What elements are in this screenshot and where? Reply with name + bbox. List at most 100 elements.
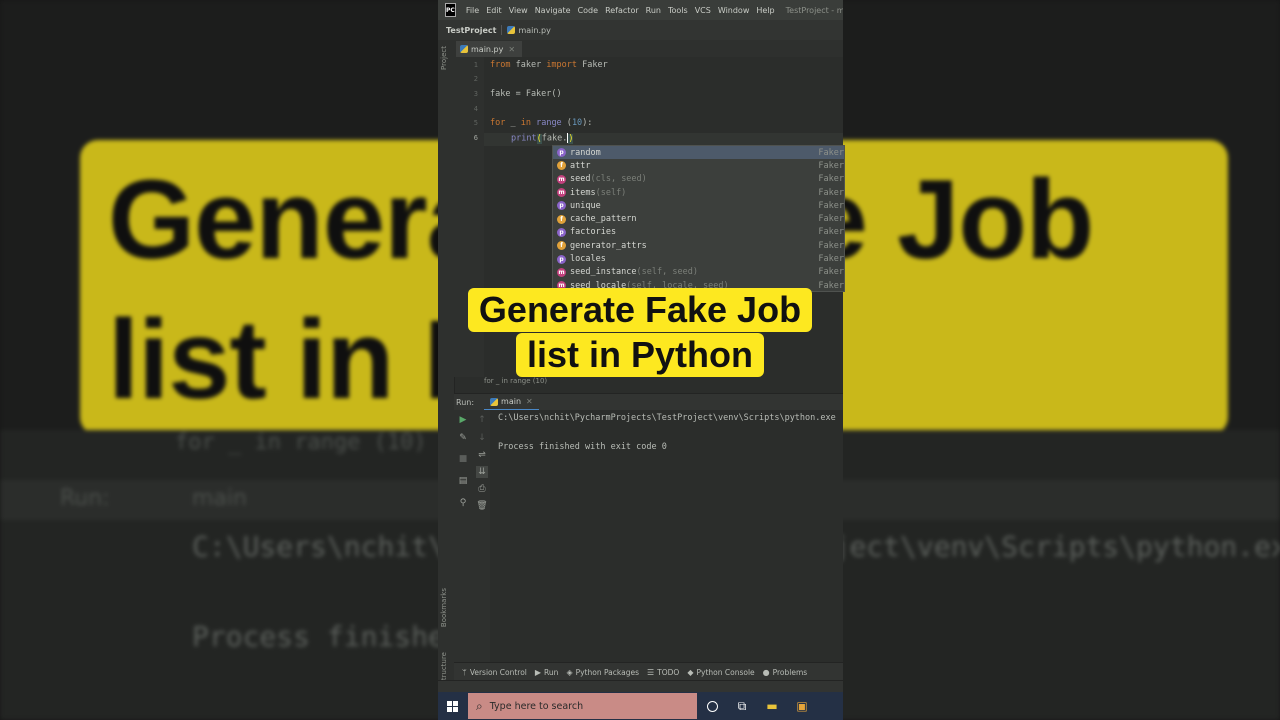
- property-icon: p: [557, 227, 566, 237]
- search-icon: ⌕: [476, 698, 483, 713]
- editor-breadcrumb[interactable]: for _ in range (10): [484, 377, 843, 391]
- code-line-5: for _ in range (10):: [490, 118, 593, 128]
- run-console[interactable]: C:\Users\nchit\PycharmProjects\TestProje…: [490, 410, 843, 665]
- completion-item[interactable]: f attr Faker: [553, 159, 844, 172]
- stop-icon[interactable]: ■: [457, 453, 469, 465]
- nav-separator: [501, 25, 503, 35]
- project-tool-button[interactable]: Project: [440, 46, 448, 70]
- run-window-label: Run:: [456, 398, 475, 407]
- completion-item[interactable]: p unique Faker: [553, 199, 844, 212]
- menu-tools[interactable]: Tools: [668, 6, 688, 15]
- list-icon: ☰: [646, 667, 655, 677]
- editor-tab-bar: main.py ✕: [454, 40, 843, 59]
- windows-start-icon[interactable]: [438, 692, 466, 720]
- code-completion-popup[interactable]: p random Faker f attr Faker m seed (cls, seed)…: [552, 145, 845, 292]
- completion-item[interactable]: m items (self) Faker: [553, 186, 844, 199]
- line-number: 2: [473, 75, 478, 83]
- field-icon: f: [557, 161, 566, 171]
- wrench-icon[interactable]: ✎: [457, 432, 469, 444]
- rerun-icon[interactable]: ▶: [457, 414, 469, 426]
- down-arrow-icon[interactable]: ↓: [476, 432, 488, 444]
- soft-wrap-icon[interactable]: ⇌: [476, 449, 488, 461]
- python-file-icon: [490, 397, 499, 406]
- completion-item[interactable]: m seed_instance (self, seed) Faker: [553, 266, 844, 279]
- property-icon: p: [557, 148, 566, 158]
- line-number: 5: [473, 119, 478, 127]
- property-icon: p: [557, 254, 566, 264]
- property-icon: p: [557, 201, 566, 211]
- code-line-1: from faker import Faker: [490, 60, 608, 70]
- completion-item[interactable]: p random Faker: [553, 146, 844, 160]
- menu-view[interactable]: View: [509, 6, 528, 15]
- python-console-button[interactable]: ◆ Python Console: [687, 668, 754, 677]
- menu-navigate[interactable]: Navigate: [535, 6, 571, 15]
- branch-icon: ᛘ: [462, 667, 467, 677]
- method-icon: m: [557, 174, 566, 184]
- scroll-to-end-icon[interactable]: ⇊: [476, 466, 488, 478]
- nav-project-name[interactable]: TestProject: [446, 26, 496, 35]
- completion-item[interactable]: p factories Faker: [553, 226, 844, 239]
- nav-file-name[interactable]: main.py: [518, 26, 550, 35]
- menu-code[interactable]: Code: [578, 6, 598, 15]
- menu-refactor[interactable]: Refactor: [605, 6, 639, 15]
- problems-button[interactable]: ● Problems: [763, 668, 808, 677]
- taskbar-search-box[interactable]: ⌕ Type here to search: [468, 693, 697, 719]
- menu-vcs[interactable]: VCS: [695, 6, 711, 15]
- field-icon: f: [557, 214, 566, 224]
- code-line-3: fake = Faker(): [490, 89, 562, 99]
- windows-taskbar: ⌕ Type here to search ⧉ ▬ ▣: [438, 692, 843, 720]
- python-file-icon: [507, 26, 516, 34]
- play-icon: ▶: [534, 667, 542, 677]
- run-tab-main[interactable]: main ✕: [484, 394, 539, 411]
- bookmarks-tool-button[interactable]: Bookmarks: [440, 588, 448, 627]
- line-number: 4: [473, 105, 478, 113]
- python-file-icon: [460, 45, 468, 53]
- code-line-6: print(fake.): [511, 133, 574, 144]
- completion-item[interactable]: f generator_attrs Faker: [553, 239, 844, 252]
- print-icon[interactable]: ⎙: [476, 483, 488, 495]
- completion-item[interactable]: p locales Faker: [553, 252, 844, 265]
- completion-item[interactable]: m seed (cls, seed) Faker: [553, 173, 844, 186]
- run-toolbar-primary: ▶ ✎ ■ ▤ ⚲: [454, 410, 473, 680]
- menu-edit[interactable]: Edit: [486, 6, 502, 15]
- run-tool-window-header: Run: main ✕: [454, 393, 843, 411]
- field-icon: f: [557, 241, 566, 251]
- line-number: 6: [473, 134, 478, 142]
- background-run-tab: main: [192, 486, 247, 511]
- editor-tab-label: main.py: [471, 44, 504, 54]
- background-run-label: Run:: [60, 486, 110, 511]
- task-view-icon[interactable]: ⧉: [727, 692, 757, 720]
- background-breadcrumb: for _ in range (10): [175, 430, 427, 455]
- cortana-icon[interactable]: [697, 692, 727, 720]
- python-packages-button[interactable]: ◈ Python Packages: [566, 668, 639, 677]
- layout-icon[interactable]: ▤: [457, 475, 469, 487]
- bottom-tool-bar: ᛘ Version Control ▶ Run ◈ Python Packages ☰…: [454, 662, 843, 681]
- up-arrow-icon[interactable]: ↑: [476, 414, 488, 426]
- search-placeholder: Type here to search: [489, 700, 584, 712]
- line-number: 1: [473, 61, 478, 69]
- completion-item[interactable]: f cache_pattern Faker: [553, 213, 844, 226]
- store-icon[interactable]: ▣: [787, 692, 817, 720]
- navigation-bar: TestProject main.py: [438, 20, 843, 41]
- close-icon[interactable]: ✕: [508, 45, 515, 54]
- method-icon: m: [557, 188, 566, 198]
- caption-line-2: list in Python: [515, 333, 764, 377]
- window-title: TestProject - main.py: [785, 5, 843, 15]
- todo-button[interactable]: ☰ TODO: [647, 668, 679, 677]
- line-number: 3: [473, 90, 478, 98]
- file-explorer-icon[interactable]: ▬: [757, 692, 787, 720]
- console-path-line: C:\Users\nchit\PycharmProjects\TestProje…: [498, 413, 836, 423]
- version-control-button[interactable]: ᛘ Version Control: [462, 668, 527, 677]
- caption-line-1: Generate Fake Job: [467, 288, 813, 332]
- pin-icon[interactable]: ⚲: [457, 497, 469, 509]
- run-tab-label: main: [501, 397, 522, 406]
- info-icon: ●: [762, 667, 770, 677]
- menu-window[interactable]: Window: [718, 6, 750, 15]
- menu-help[interactable]: Help: [756, 6, 774, 15]
- close-icon[interactable]: ✕: [526, 397, 533, 406]
- trash-icon[interactable]: 🗑: [476, 500, 488, 512]
- menu-run[interactable]: Run: [646, 6, 661, 15]
- run-button[interactable]: ▶ Run: [535, 668, 559, 677]
- menu-file[interactable]: File: [466, 6, 479, 15]
- console-finished-line: Process finished with exit code 0: [498, 442, 667, 452]
